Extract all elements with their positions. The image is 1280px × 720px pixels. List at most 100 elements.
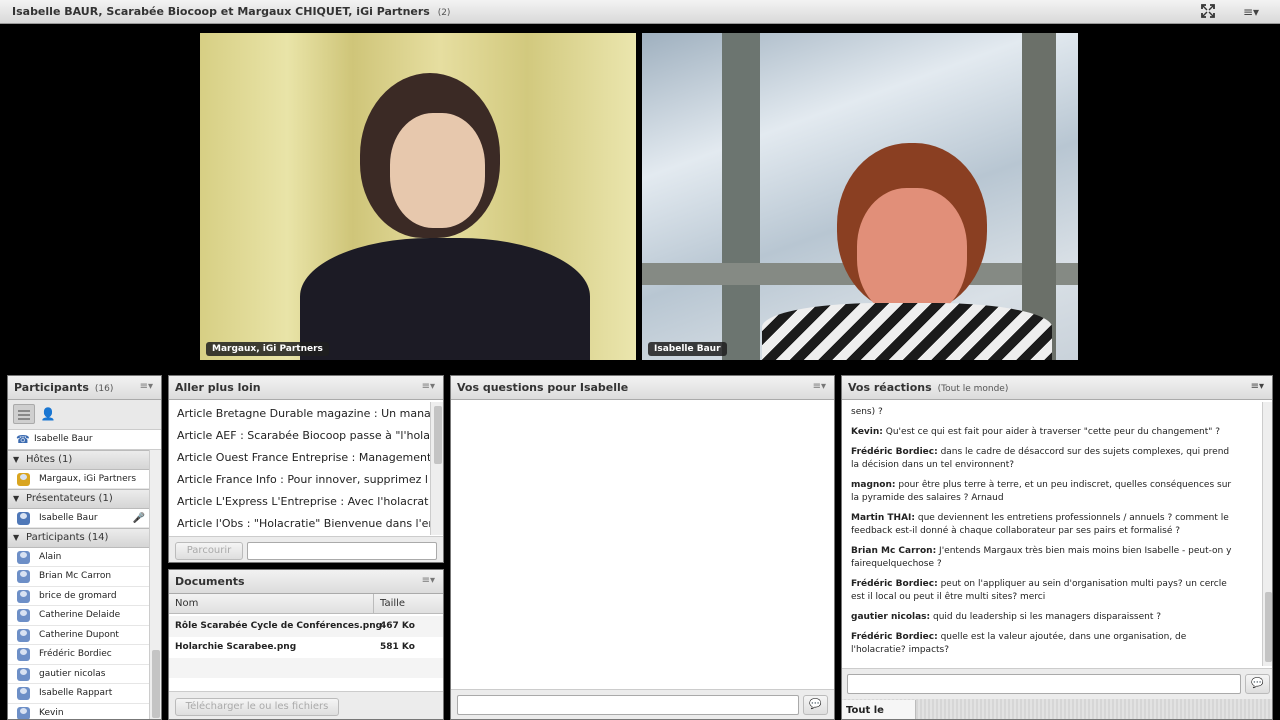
tab-everyone[interactable]: Tout le monde — [842, 700, 916, 719]
phone-icon: ☎ — [16, 433, 30, 446]
document-size: 581 Ko — [380, 642, 415, 652]
chat-message: sens) ? — [851, 406, 1240, 419]
video-label-isabelle: Isabelle Baur — [648, 342, 727, 356]
link-item[interactable]: Article Bretagne Durable magazine : Un m… — [169, 403, 430, 425]
participants-view-toolbar: 👤 — [8, 400, 161, 430]
section-presenters-label: Présentateurs (1) — [26, 493, 113, 504]
list-view-icon[interactable] — [13, 404, 35, 424]
list-item[interactable]: Isabelle Baur 🎤 — [8, 509, 149, 528]
person-name: Catherine Dupont — [39, 629, 119, 640]
section-presenters[interactable]: ▼ Présentateurs (1) — [8, 489, 149, 509]
participant-icon — [17, 589, 30, 603]
documents-table-header: Nom Taille — [169, 594, 443, 614]
participants-menu-icon[interactable]: ≡▾ — [140, 381, 153, 392]
participants-pod: Participants (16) ≡▾ 👤 ☎ Isabelle Baur ▼ H… — [7, 375, 162, 720]
list-item[interactable]: Isabelle Rappart — [8, 684, 149, 704]
table-row[interactable]: Rôle Scarabée Cycle de Conférences.png 4… — [169, 616, 443, 637]
pod-menu-icon[interactable]: ≡▾ — [1243, 4, 1259, 20]
list-item[interactable]: Catherine Delaide — [8, 606, 149, 626]
questions-header: Vos questions pour Isabelle ≡▾ — [451, 376, 834, 400]
questions-footer: 💬 — [451, 689, 834, 719]
list-item[interactable]: Frédéric Bordiec — [8, 645, 149, 665]
participant-icon — [17, 706, 30, 719]
chat-text: sens) ? — [851, 407, 883, 417]
chat-author: Brian Mc Carron: — [851, 546, 937, 556]
person-name: Brian Mc Carron — [39, 571, 112, 581]
link-item[interactable]: Article AEF : Scarabée Biocoop passe à "… — [169, 425, 430, 447]
send-chat-button[interactable]: 💬 — [1245, 674, 1270, 694]
list-item[interactable]: Catherine Dupont — [8, 626, 149, 645]
participants-header: Participants (16) ≡▾ — [8, 376, 161, 400]
person-name: Isabelle Baur — [39, 512, 98, 523]
list-item[interactable]: gautier nicolas — [8, 665, 149, 684]
fullscreen-icon[interactable] — [1200, 4, 1216, 20]
list-item[interactable]: Kevin — [8, 704, 149, 719]
section-participants[interactable]: ▼ Participants (14) — [8, 528, 149, 548]
person-name: Frédéric Bordiec — [39, 649, 112, 659]
link-item[interactable]: Article Ouest France Entreprise : Manage… — [169, 447, 430, 469]
list-item[interactable]: brice de gromard — [8, 587, 149, 606]
chat-author: Kevin: — [851, 427, 883, 437]
table-row[interactable]: Holarchie Scarabee.png 581 Ko — [169, 637, 443, 658]
video-label-margaux: Margaux, iGi Partners — [206, 342, 329, 356]
links-pod: Aller plus loin ≡▾ Article Bretagne Dura… — [168, 375, 444, 563]
chat-message: Frédéric Bordiec: peut on l'appliquer au… — [851, 578, 1240, 604]
chat-scrollbar[interactable] — [1262, 402, 1272, 666]
participants-scroll-thumb[interactable] — [152, 650, 160, 718]
section-hosts[interactable]: ▼ Hôtes (1) — [8, 450, 149, 470]
chat-input[interactable] — [847, 674, 1241, 694]
download-files-button[interactable]: Télécharger le ou les fichiers — [175, 698, 339, 716]
section-hosts-label: Hôtes (1) — [26, 454, 73, 465]
meeting-title-text: Isabelle BAUR, Scarabée Biocoop et Marga… — [12, 5, 430, 18]
documents-footer: Télécharger le ou les fichiers — [169, 691, 443, 719]
chat-text: quid du leadership si les managers dispa… — [933, 612, 1162, 622]
chat-menu-icon[interactable]: ≡▾ — [1251, 381, 1264, 392]
send-question-button[interactable]: 💬 — [803, 695, 828, 715]
video-isabelle: Isabelle Baur — [642, 33, 1078, 360]
chat-header: Vos réactions (Tout le monde) ≡▾ — [842, 376, 1272, 400]
section-participants-label: Participants (14) — [26, 532, 109, 543]
column-name[interactable]: Nom — [175, 594, 198, 614]
links-menu-icon[interactable]: ≡▾ — [422, 381, 435, 392]
questions-menu-icon[interactable]: ≡▾ — [813, 381, 826, 392]
link-url-input[interactable] — [247, 542, 437, 560]
participants-scrollbar[interactable] — [149, 450, 161, 719]
person-name: Margaux, iGi Partners — [39, 473, 137, 484]
link-item[interactable]: Article France Info : Pour innover, supp… — [169, 469, 430, 491]
current-speaker-row: ☎ Isabelle Baur — [8, 430, 161, 450]
participant-icon — [17, 550, 30, 564]
column-size[interactable]: Taille — [380, 594, 405, 614]
participant-icon — [17, 687, 30, 700]
participants-count: (16) — [94, 384, 114, 394]
person-name: Catherine Delaide — [39, 610, 121, 620]
questions-title: Vos questions pour Isabelle — [457, 381, 629, 394]
links-title: Aller plus loin — [175, 381, 261, 394]
chat-title: Vos réactions — [848, 381, 932, 394]
link-item[interactable]: Article l'Obs : "Holacratie" Bienvenue d… — [169, 513, 430, 535]
links-scrollbar[interactable] — [430, 402, 443, 535]
attendee-view-icon[interactable]: 👤 — [37, 404, 59, 424]
chat-text: Qu'est ce qui est fait pour aider à trav… — [885, 427, 1221, 437]
browse-button[interactable]: Parcourir — [175, 542, 243, 560]
participant-icon — [17, 667, 30, 681]
list-item[interactable]: Alain — [8, 548, 149, 567]
links-scroll-thumb[interactable] — [434, 406, 442, 464]
list-item[interactable]: Margaux, iGi Partners — [8, 470, 149, 489]
person-name: gautier nicolas — [39, 668, 106, 679]
chat-scope: (Tout le monde) — [937, 384, 1009, 394]
current-speaker-name: Isabelle Baur — [34, 434, 93, 444]
chat-scroll-thumb[interactable] — [1265, 592, 1272, 662]
questions-pod: Vos questions pour Isabelle ≡▾ 💬 — [450, 375, 835, 720]
chat-message: Frédéric Bordiec: quelle est la valeur a… — [851, 631, 1240, 657]
links-header: Aller plus loin ≡▾ — [169, 376, 443, 400]
person-name: Alain — [39, 551, 62, 562]
chat-text: pour être plus terre à terre, et un peu … — [851, 480, 1232, 503]
documents-menu-icon[interactable]: ≡▾ — [422, 575, 435, 586]
person-name: Isabelle Rappart — [39, 688, 113, 698]
link-item[interactable]: Article L'Express L'Entreprise : Avec l'… — [169, 491, 430, 513]
list-item[interactable]: Brian Mc Carron — [8, 567, 149, 587]
documents-header: Documents ≡▾ — [169, 570, 443, 594]
question-input[interactable] — [457, 695, 799, 715]
chat-message: Martin THAI: que deviennent les entretie… — [851, 512, 1240, 538]
speech-bubble-icon: 💬 — [809, 699, 822, 710]
